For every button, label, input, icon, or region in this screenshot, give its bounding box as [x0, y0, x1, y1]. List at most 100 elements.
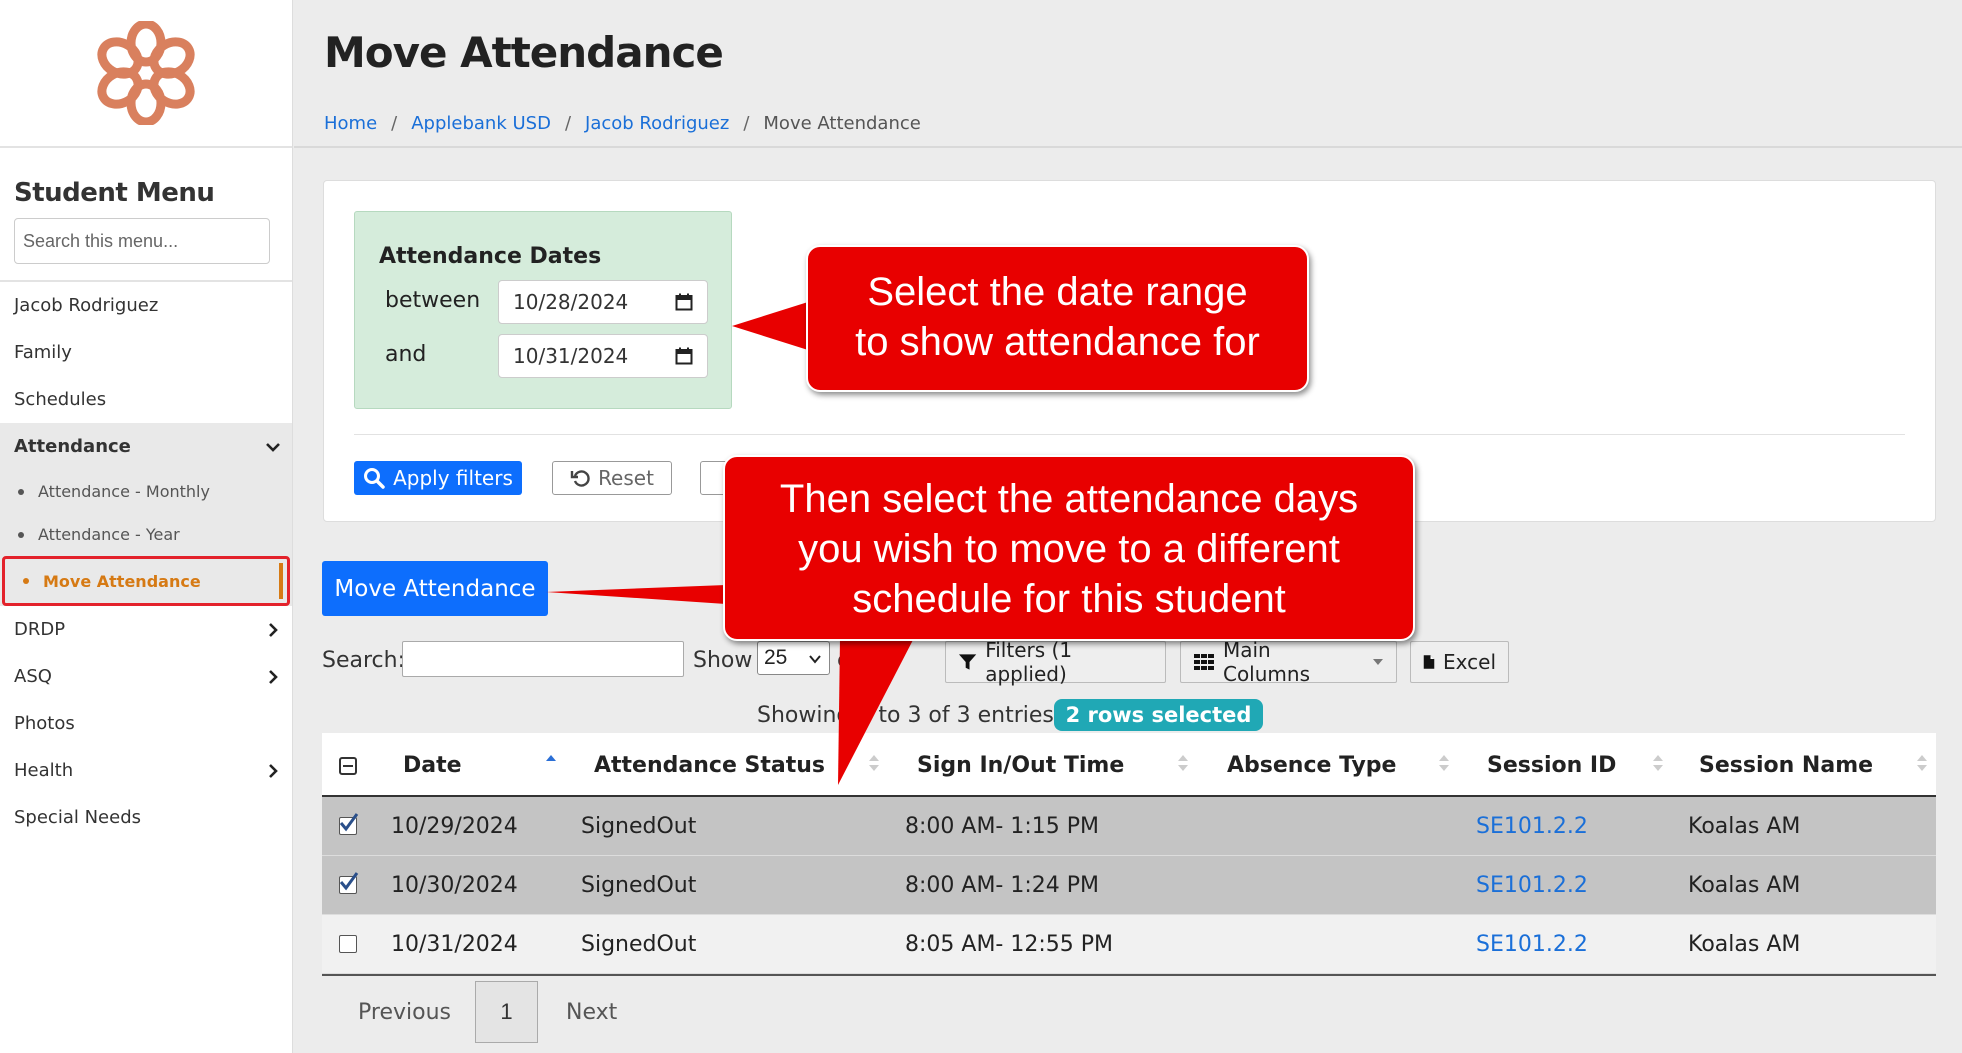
sidebar-item-asq[interactable]: ASQ: [0, 653, 292, 700]
breadcrumb-separator: /: [391, 113, 398, 134]
row-checkbox-checked[interactable]: [339, 813, 359, 835]
cell-status: SignedOut: [581, 873, 697, 898]
caret-down-icon: [1373, 659, 1384, 665]
page-size-select[interactable]: 25: [757, 641, 830, 675]
column-header-session-id[interactable]: Session ID: [1487, 753, 1616, 778]
column-header-sign-in-out[interactable]: Sign In/Out Time: [917, 753, 1124, 778]
checkmark-icon: [339, 872, 359, 891]
showing-entries-text: Showing 1 to 3 of 3 entries: [757, 703, 1054, 728]
sidebar-item-special-needs[interactable]: Special Needs: [0, 794, 292, 841]
cell-date: 10/31/2024: [391, 932, 518, 957]
page-1-button[interactable]: 1: [475, 981, 538, 1043]
next-page-button[interactable]: Next: [566, 1000, 617, 1025]
main-columns-button[interactable]: Main Columns: [1180, 638, 1397, 686]
search-icon: [364, 468, 385, 489]
breadcrumb-student[interactable]: Jacob Rodriguez: [585, 113, 729, 134]
sidebar-item-family[interactable]: Family: [0, 329, 292, 376]
rows-selected-badge: 2 rows selected: [1054, 699, 1263, 731]
apply-filters-label: Apply filters: [393, 466, 513, 490]
breadcrumb-district[interactable]: Applebank USD: [411, 113, 551, 134]
sort-icon[interactable]: [1177, 751, 1189, 775]
sidebar-subitem-move-attendance[interactable]: Move Attendance: [2, 556, 290, 606]
end-date-value: 10/31/2024: [513, 344, 629, 368]
sort-icon[interactable]: [1438, 751, 1450, 775]
table-row[interactable]: 10/30/2024 SignedOut 8:00 AM- 1:24 PM SE…: [322, 856, 1936, 915]
sort-asc-icon[interactable]: [545, 751, 557, 775]
callout-text-line: Then select the attendance days: [779, 477, 1359, 521]
sidebar-item-drdp[interactable]: DRDP: [0, 606, 292, 653]
callout-text-line: to show attendance for: [855, 320, 1260, 364]
menu-search-input[interactable]: Search this menu...: [14, 218, 270, 264]
sidebar-subitem-attendance-monthly[interactable]: Attendance - Monthly: [0, 470, 292, 513]
attendance-dates-box: Attendance Dates between 10/28/2024 and …: [354, 211, 732, 409]
card-divider: [354, 434, 1905, 435]
sort-icon[interactable]: [1916, 751, 1928, 775]
excel-label: Excel: [1443, 650, 1496, 674]
between-label: between: [385, 288, 481, 313]
grid-icon: [1193, 654, 1214, 670]
column-header-date[interactable]: Date: [403, 753, 462, 778]
table-row[interactable]: 10/31/2024 SignedOut 8:05 AM- 12:55 PM S…: [322, 915, 1936, 974]
checkmark-icon: [339, 813, 359, 832]
row-checkbox[interactable]: [339, 935, 357, 953]
select-all-checkbox[interactable]: [339, 757, 357, 775]
sidebar-item-label: Jacob Rodriguez: [14, 295, 159, 316]
sidebar-item-health[interactable]: Health: [0, 747, 292, 794]
calendar-icon[interactable]: [675, 347, 693, 365]
sidebar-item-photos[interactable]: Photos: [0, 700, 292, 747]
session-id-link[interactable]: SE101.2.2: [1476, 932, 1588, 957]
breadcrumb-separator: /: [564, 113, 572, 134]
end-date-input[interactable]: 10/31/2024: [498, 334, 708, 378]
flower-logo-icon[interactable]: [96, 21, 196, 125]
reset-label: Reset: [598, 466, 654, 490]
sidebar: Student Menu Search this menu... Jacob R…: [0, 0, 293, 1053]
undo-icon: [570, 470, 590, 487]
start-date-input[interactable]: 10/28/2024: [498, 280, 708, 324]
chevron-right-icon: [269, 622, 278, 637]
table-search-input[interactable]: [402, 641, 684, 677]
page-title: Move Attendance: [324, 28, 724, 77]
sort-icon[interactable]: [1652, 751, 1664, 775]
excel-export-button[interactable]: Excel: [1410, 641, 1509, 683]
sidebar-item-label: Health: [14, 760, 74, 781]
filter-icon: [958, 654, 977, 670]
sort-icon[interactable]: [868, 751, 880, 775]
column-header-absence-type[interactable]: Absence Type: [1227, 753, 1396, 778]
sidebar-item-label: ASQ: [14, 666, 52, 687]
cell-session-name: Koalas AM: [1688, 932, 1801, 957]
session-id-link[interactable]: SE101.2.2: [1476, 873, 1588, 898]
reset-button[interactable]: Reset: [552, 461, 672, 495]
session-id-link[interactable]: SE101.2.2: [1476, 814, 1588, 839]
start-date-value: 10/28/2024: [513, 290, 629, 314]
chevron-right-icon: [269, 763, 278, 778]
cell-sign-in-out: 8:00 AM- 1:24 PM: [905, 873, 1100, 898]
file-icon: [1423, 655, 1435, 669]
column-header-attendance-status[interactable]: Attendance Status: [594, 753, 825, 778]
student-menu-title: Student Menu: [14, 178, 215, 208]
breadcrumb-separator: /: [743, 113, 750, 134]
sidebar-subitem-attendance-year[interactable]: Attendance - Year: [0, 513, 292, 556]
table-row[interactable]: 10/29/2024 SignedOut 8:00 AM- 1:15 PM SE…: [322, 797, 1936, 856]
chevron-down-icon: [809, 655, 821, 664]
sidebar-item-label: Special Needs: [14, 807, 141, 828]
filters-label: Filters (1 applied): [985, 638, 1073, 686]
sidebar-subitem-label: Attendance - Monthly: [38, 482, 210, 501]
apply-filters-button[interactable]: Apply filters: [354, 461, 522, 495]
entries-label: entri: [837, 648, 889, 673]
previous-page-button[interactable]: Previous: [358, 1000, 451, 1025]
breadcrumb-home[interactable]: Home: [324, 113, 377, 134]
sidebar-item-schedules[interactable]: Schedules: [0, 376, 292, 423]
attendance-dates-title: Attendance Dates: [379, 244, 602, 269]
move-attendance-button[interactable]: Move Attendance: [322, 561, 548, 616]
callout-text-line: schedule for this student: [852, 577, 1286, 621]
row-checkbox-checked[interactable]: [339, 872, 359, 894]
callout-text-line: you wish to move to a different: [798, 527, 1340, 571]
filters-button[interactable]: Filters (1 applied): [945, 638, 1166, 686]
column-header-session-name[interactable]: Session Name: [1699, 753, 1873, 778]
sidebar-item-attendance[interactable]: Attendance: [0, 423, 292, 470]
sidebar-item-label: Family: [14, 342, 72, 363]
sidebar-item-student[interactable]: Jacob Rodriguez: [0, 282, 292, 329]
breadcrumb: Home / Applebank USD / Jacob Rodriguez /…: [324, 113, 921, 134]
chevron-right-icon: [269, 669, 278, 684]
calendar-icon[interactable]: [675, 293, 693, 311]
